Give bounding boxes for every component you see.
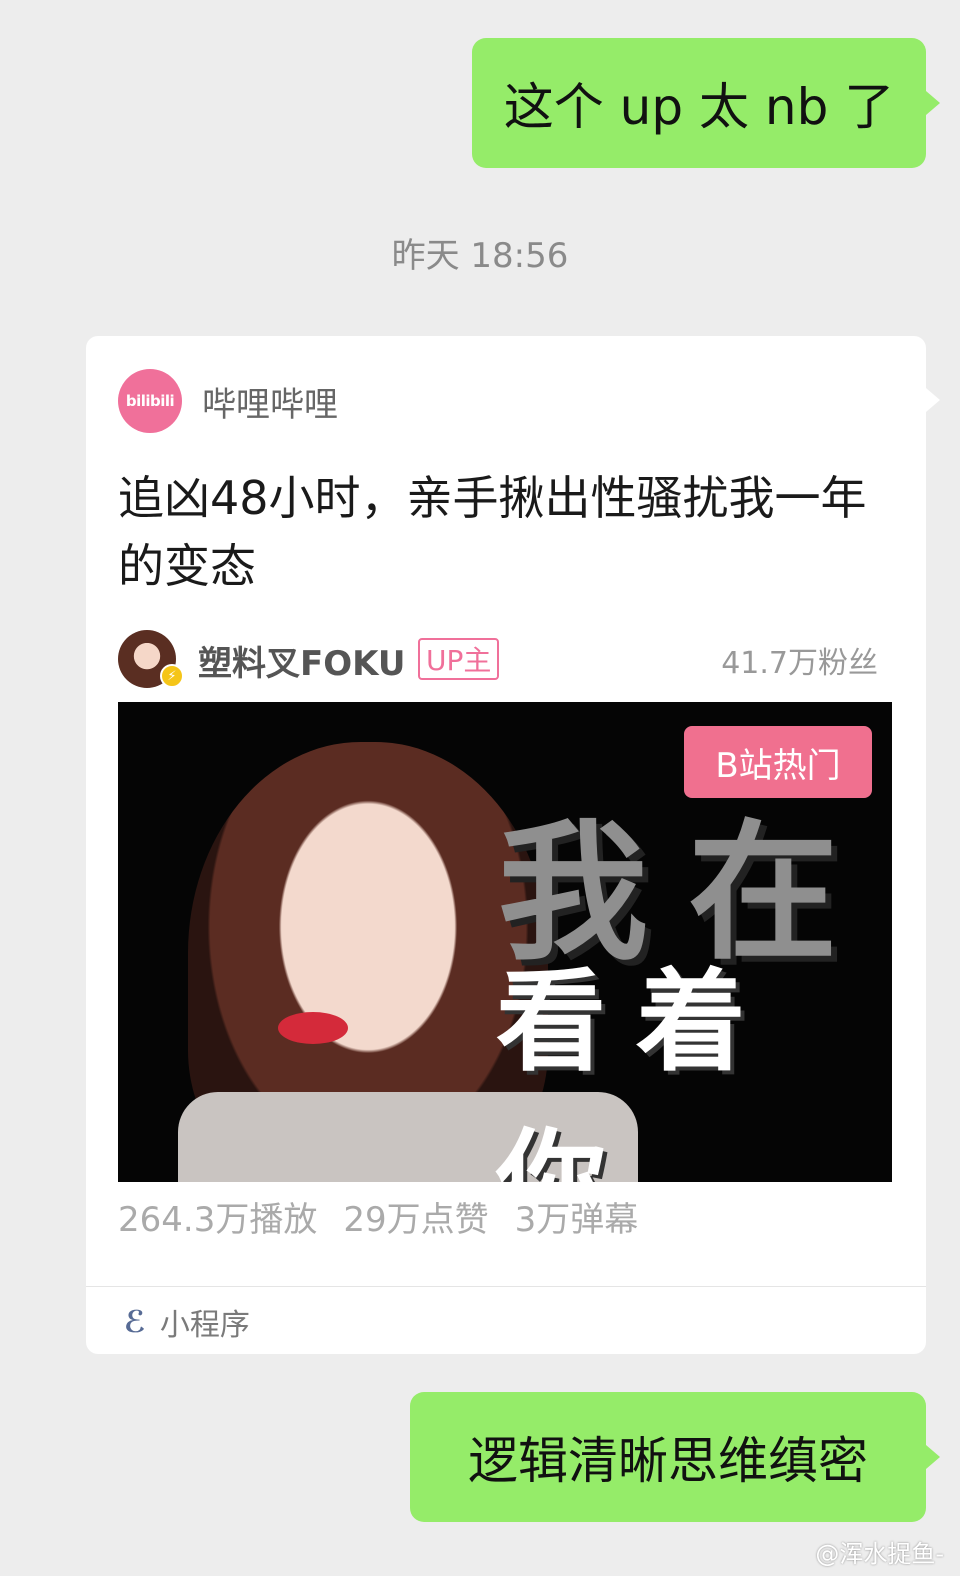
thumbnail-overlay-text: 看着你 [496,958,776,1182]
bilibili-logo-icon: bilibili [118,369,182,433]
message-bubble-sent[interactable]: 逻辑清晰思维缜密 [410,1392,940,1522]
verified-badge-icon: ⚡ [160,664,184,688]
danmaku-count: 3万弹幕 [514,1200,639,1240]
video-title: 追凶48小时，亲手揪出性骚扰我一年的变态 [118,471,867,593]
uploader-row: ⚡ 塑料叉FOKU UP主 41.7万粉丝 [118,628,878,692]
footer-label: 小程序 [159,1308,250,1343]
uploader-name: 塑料叉FOKU [198,644,406,684]
video-thumbnail: 我在 看着你 B站热门 [118,702,892,1182]
message-text: 逻辑清晰思维缜密 [468,1432,868,1490]
hot-badge: B站热门 [684,726,872,798]
message-text: 这个 up 太 nb 了 [503,78,895,136]
app-name: 哔哩哔哩 [202,384,338,425]
mini-program-card[interactable]: bilibili 哔哩哔哩 追凶48小时，亲手揪出性骚扰我一年的变态 ⚡ 塑料叉… [86,336,940,1354]
mini-program-icon: ℰ [124,1304,146,1340]
play-count: 264.3万播放 [118,1200,318,1240]
message-timestamp: 昨天 18:56 [391,236,569,276]
video-stats: 264.3万播放 29万点赞 3万弹幕 [118,1192,638,1241]
up-tag: UP主 [418,638,500,680]
card-header: bilibili 哔哩哔哩 [118,368,338,434]
card-divider [86,1286,926,1287]
watermark: @浑水捉鱼- [815,1540,944,1568]
card-footer: ℰ 小程序 [124,1302,250,1344]
follower-count: 41.7万粉丝 [721,646,878,681]
thumbnail-lips [278,1012,348,1044]
like-count: 29万点赞 [343,1200,489,1240]
message-bubble-sent[interactable]: 这个 up 太 nb 了 [472,38,940,168]
